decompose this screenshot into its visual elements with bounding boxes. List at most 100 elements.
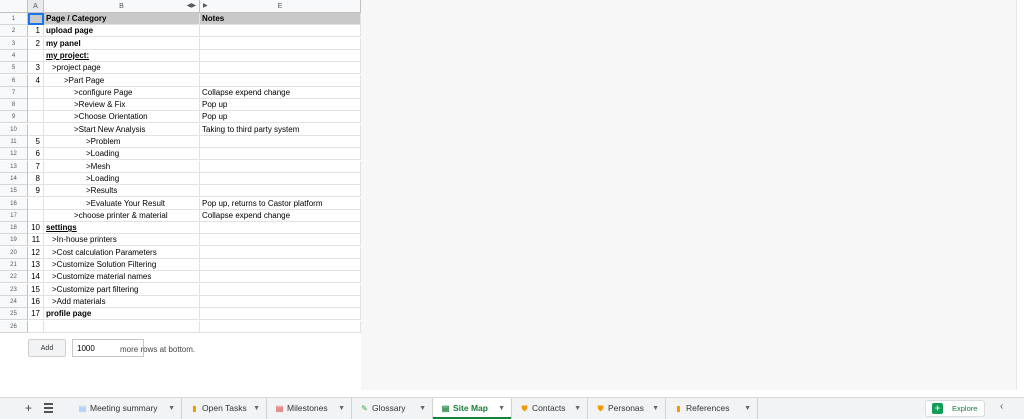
cell-number[interactable]: 9 <box>28 185 44 198</box>
cell-number[interactable] <box>28 123 44 136</box>
row-header[interactable]: 12 <box>0 148 28 161</box>
row-header[interactable]: 26 <box>0 320 28 333</box>
cell-notes[interactable]: Pop up, returns to Castor platform <box>200 197 361 210</box>
row-header[interactable]: 25 <box>0 308 28 321</box>
cell-notes[interactable] <box>200 234 361 247</box>
cell-category[interactable]: my project: <box>44 49 200 62</box>
cell-notes[interactable] <box>200 185 361 198</box>
chevron-down-icon[interactable]: ▼ <box>744 398 751 419</box>
cell-category[interactable]: >Loading <box>44 148 200 161</box>
chevron-down-icon[interactable]: ▼ <box>652 398 659 419</box>
cell-notes[interactable] <box>200 136 361 148</box>
cell-notes[interactable]: Taking to third party system <box>200 123 361 136</box>
cell-number[interactable] <box>28 197 44 210</box>
cell-notes[interactable] <box>200 222 361 235</box>
cell-number[interactable]: 2 <box>28 37 44 50</box>
row-header[interactable]: 15 <box>0 185 28 198</box>
cell-category[interactable]: >choose printer & material <box>44 209 200 222</box>
cell-category[interactable]: >Customize Solution Filtering <box>44 259 200 271</box>
cell-category[interactable]: >Add materials <box>44 295 200 308</box>
cell-number[interactable] <box>28 209 44 222</box>
sheet-tab[interactable]: ▤ Site Map ▼ <box>433 398 512 419</box>
cell-category[interactable] <box>44 320 200 333</box>
row-header[interactable]: 3 <box>0 37 28 50</box>
cell-category[interactable]: >In-house printers <box>44 234 200 247</box>
cell-number[interactable]: 5 <box>28 136 44 148</box>
row-header[interactable]: 16 <box>0 197 28 210</box>
cell-number[interactable]: 15 <box>28 283 44 296</box>
cell-number[interactable]: 8 <box>28 172 44 185</box>
cell-category[interactable]: >project page <box>44 62 200 75</box>
cell-category[interactable]: upload page <box>44 25 200 38</box>
add-sheet-button[interactable]: + <box>25 401 32 415</box>
cell-category[interactable]: >configure Page <box>44 86 200 99</box>
cell-number[interactable] <box>28 320 44 333</box>
cell-number[interactable]: 17 <box>28 308 44 321</box>
column-header-e[interactable]: ▶ E <box>200 0 361 13</box>
cell-category[interactable]: >Evaluate Your Result <box>44 197 200 210</box>
cell-number[interactable] <box>28 86 44 99</box>
cell-category[interactable]: >Mesh <box>44 160 200 173</box>
cell-category[interactable]: >Choose Orientation <box>44 111 200 124</box>
cell-notes[interactable] <box>200 246 361 259</box>
cell-notes[interactable] <box>200 74 361 87</box>
row-header[interactable]: 19 <box>0 234 28 247</box>
cell-number[interactable]: 12 <box>28 246 44 259</box>
cell-number[interactable]: 10 <box>28 222 44 235</box>
row-header[interactable]: 4 <box>0 49 28 62</box>
cell-notes[interactable] <box>200 25 361 38</box>
explore-button[interactable]: + Explore <box>925 400 985 417</box>
row-header[interactable]: 20 <box>0 246 28 259</box>
chevron-down-icon[interactable]: ▼ <box>338 398 345 419</box>
sheet-tab[interactable]: ⛊ Contacts ▼ <box>512 398 588 419</box>
cell-notes[interactable] <box>200 62 361 75</box>
sheet-tab[interactable]: ▮ References ▼ <box>666 398 758 419</box>
cell-category[interactable]: >Start New Analysis <box>44 123 200 136</box>
row-header[interactable]: 21 <box>0 259 28 271</box>
row-header[interactable]: 10 <box>0 123 28 136</box>
sheet-tab[interactable]: ✎ Glossary ▼ <box>352 398 433 419</box>
cell-number[interactable] <box>28 99 44 112</box>
cell-notes[interactable]: Collapse expend change <box>200 209 361 222</box>
column-header-a[interactable]: A <box>28 0 44 13</box>
cell-number[interactable]: 13 <box>28 259 44 271</box>
cell-number[interactable] <box>28 13 44 25</box>
cell-number[interactable]: 4 <box>28 74 44 87</box>
expand-arrow-icon[interactable]: ▶ <box>203 0 208 13</box>
sheet-tab[interactable]: ▤ Meeting summary ▼ <box>70 398 182 419</box>
cell-notes[interactable] <box>200 259 361 271</box>
row-header[interactable]: 23 <box>0 283 28 296</box>
cell-number[interactable]: 7 <box>28 160 44 173</box>
cell-notes[interactable] <box>200 160 361 173</box>
cell-notes[interactable] <box>200 283 361 296</box>
cell-notes[interactable] <box>200 172 361 185</box>
cell-notes[interactable] <box>200 295 361 308</box>
collapse-arrows-icon[interactable]: ◀▶ <box>187 0 196 13</box>
row-header[interactable]: 11 <box>0 136 28 148</box>
row-header[interactable]: 24 <box>0 295 28 308</box>
cell-number[interactable]: 16 <box>28 295 44 308</box>
column-header-b[interactable]: B ◀▶ <box>44 0 200 13</box>
row-header[interactable]: 22 <box>0 271 28 284</box>
collapse-side-panel-icon[interactable]: ‹ <box>1000 401 1003 412</box>
row-header[interactable]: 9 <box>0 111 28 124</box>
cell-number[interactable]: 11 <box>28 234 44 247</box>
cell-category[interactable]: profile page <box>44 308 200 321</box>
row-header[interactable]: 5 <box>0 62 28 75</box>
cell-number[interactable]: 14 <box>28 271 44 284</box>
cell-number[interactable] <box>28 49 44 62</box>
cell-category[interactable]: >Loading <box>44 172 200 185</box>
cell-category[interactable]: >Customize material names <box>44 271 200 284</box>
row-header[interactable]: 17 <box>0 209 28 222</box>
row-header[interactable]: 2 <box>0 25 28 38</box>
cell-category[interactable]: my panel <box>44 37 200 50</box>
cell-category[interactable]: >Review & Fix <box>44 99 200 112</box>
row-header[interactable]: 14 <box>0 172 28 185</box>
cell-category[interactable]: >Problem <box>44 136 200 148</box>
row-header[interactable]: 18 <box>0 222 28 235</box>
cell-number[interactable]: 6 <box>28 148 44 161</box>
vertical-scrollbar[interactable] <box>1016 0 1024 390</box>
row-header[interactable]: 1 <box>0 13 28 25</box>
row-header[interactable]: 8 <box>0 99 28 112</box>
chevron-down-icon[interactable]: ▼ <box>168 398 175 419</box>
